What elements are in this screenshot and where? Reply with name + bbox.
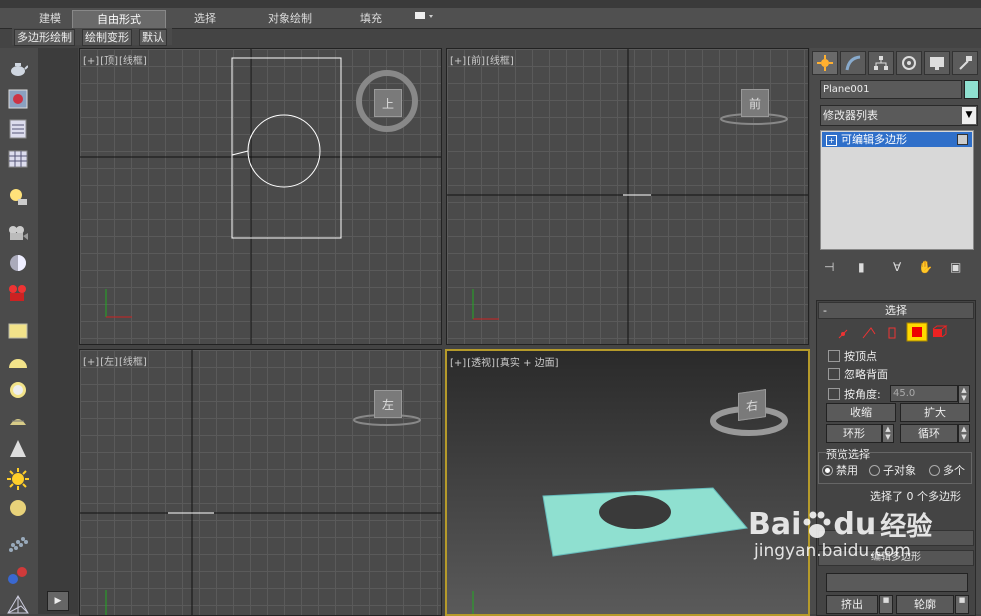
ring-button[interactable]: 环形 <box>826 424 882 443</box>
viewport-perspective[interactable]: [+][透视][真实 + 边面] 右 <box>445 349 810 616</box>
display-tab-icon[interactable] <box>924 51 950 75</box>
baidu-watermark: Bai du 经验 jingyan.baidu.com <box>748 507 933 561</box>
left-toolbar <box>0 48 39 614</box>
angle-input[interactable]: 45.0 <box>890 385 958 402</box>
stack-item-label: 可编辑多边形 <box>841 133 907 146</box>
expand-icon[interactable]: + <box>826 135 837 146</box>
ribbon-subtoolbar: 多边形绘制 绘制变形 默认 <box>12 28 172 46</box>
by-vertex-checkbox[interactable] <box>828 350 840 362</box>
viewport-side-panel <box>38 48 78 614</box>
object-color-swatch[interactable] <box>964 80 979 99</box>
make-unique-icon[interactable]: ∀ <box>893 260 901 274</box>
subobject-level-icons <box>838 322 948 342</box>
modifier-stack <box>820 130 974 250</box>
cone-icon[interactable] <box>7 409 29 431</box>
ring-spinner[interactable]: ▲ ▼ <box>882 424 894 443</box>
edge-mode-icon <box>862 327 876 339</box>
by-angle-checkbox[interactable] <box>828 388 840 400</box>
insert-vertex-button[interactable] <box>826 573 968 592</box>
disc-icon[interactable] <box>7 497 29 519</box>
stack-item-editable-poly[interactable]: + 可编辑多边形 <box>822 132 972 147</box>
shrink-button[interactable]: 收缩 <box>826 403 896 422</box>
sun-icon[interactable] <box>7 468 29 490</box>
preview-multi-radio[interactable] <box>929 465 940 476</box>
pin-stack-icon[interactable]: ⊣ <box>824 260 834 274</box>
camera-icon[interactable] <box>7 222 29 244</box>
viewcube[interactable]: 右 <box>738 389 766 421</box>
dome-icon[interactable] <box>7 350 29 372</box>
ribbon-tabs: 建模 自由形式 选择 对象绘制 填充 <box>0 8 981 29</box>
stack-toggle-icon[interactable] <box>957 134 968 145</box>
outline-settings-icon[interactable]: ■ <box>955 595 969 614</box>
tab-populate[interactable]: 填充 <box>350 10 392 27</box>
outline-button[interactable]: 轮廓 <box>896 595 954 614</box>
by-angle-label: 按角度: <box>844 388 881 401</box>
object-name-field[interactable]: Plane001 <box>820 80 962 99</box>
motion-tab-icon[interactable] <box>896 51 922 75</box>
border-mode-icon <box>888 327 896 339</box>
extrude-button[interactable]: 挤出 <box>826 595 878 614</box>
angle-spinner[interactable]: ▲ ▼ <box>958 385 970 404</box>
vertex-mode-icon <box>838 329 848 339</box>
viewcube[interactable]: 左 <box>374 390 402 418</box>
preview-subobject-label: 子对象 <box>883 464 916 477</box>
defaults-button[interactable]: 默认 <box>139 29 167 46</box>
render-icon[interactable] <box>7 282 29 304</box>
viewport-front[interactable]: [+][前][线框] 前 <box>446 48 809 345</box>
selection-status: 选择了 0 个多边形 <box>870 490 961 503</box>
polygon-draw-button[interactable]: 多边形绘制 <box>14 29 75 46</box>
paint-deform-button[interactable]: 绘制变形 <box>82 29 132 46</box>
chevron-down-icon[interactable]: ▼ <box>962 107 976 124</box>
element-mode-icon <box>932 325 948 338</box>
create-tab-icon[interactable] <box>812 51 838 75</box>
tab-object-paint[interactable]: 对象绘制 <box>255 10 325 27</box>
loop-button[interactable]: 循环 <box>900 424 958 443</box>
grow-button[interactable]: 扩大 <box>900 403 970 422</box>
molecule-icon[interactable] <box>7 564 29 586</box>
viewport-left[interactable]: [+][左][线框] 左 <box>79 349 442 616</box>
extrude-settings-icon[interactable]: ■ <box>879 595 893 614</box>
box-icon[interactable] <box>7 320 29 342</box>
light-icon[interactable] <box>7 186 29 208</box>
tab-modeling[interactable]: 建模 <box>30 10 70 27</box>
pyramid-icon[interactable] <box>7 438 29 460</box>
by-vertex-label: 按顶点 <box>844 350 877 363</box>
ring-icon[interactable] <box>7 379 29 401</box>
plane-hole <box>599 495 671 529</box>
play-icon[interactable]: ▶ <box>47 591 69 611</box>
selection-rollout-title[interactable]: - 选择 <box>818 302 974 319</box>
table-icon[interactable] <box>7 148 29 170</box>
material-icon[interactable] <box>7 88 29 110</box>
preview-disabled-label: 禁用 <box>836 464 858 477</box>
tab-freeform[interactable]: 自由形式 <box>72 10 166 28</box>
ignore-backface-label: 忽略背面 <box>844 368 888 381</box>
particles-icon[interactable] <box>7 534 29 556</box>
viewport-top[interactable]: [+][顶][线框] 上 <box>79 48 442 345</box>
tab-selection[interactable]: 选择 <box>180 10 230 27</box>
utilities-tab-icon[interactable] <box>952 51 978 75</box>
preview-disabled-radio[interactable] <box>822 465 833 476</box>
preview-subobject-radio[interactable] <box>869 465 880 476</box>
ribbon-options-icon[interactable] <box>412 10 438 27</box>
configure-sets-icon[interactable]: ▣ <box>950 260 961 274</box>
show-end-result-icon[interactable]: ▮ <box>858 260 865 274</box>
ignore-backface-checkbox[interactable] <box>828 368 840 380</box>
tetra-icon[interactable] <box>7 594 29 616</box>
paw-icon <box>803 511 831 538</box>
remove-modifier-icon[interactable]: ✋ <box>918 260 933 274</box>
sphere-icon[interactable] <box>7 252 29 274</box>
loop-spinner[interactable]: ▲ ▼ <box>958 424 970 443</box>
hierarchy-tab-icon[interactable] <box>868 51 894 75</box>
preview-multi-label: 多个 <box>943 464 965 477</box>
teapot-icon[interactable] <box>7 58 29 80</box>
layer-icon[interactable] <box>7 118 29 140</box>
viewcube[interactable]: 上 <box>374 89 402 117</box>
modifier-list-dropdown[interactable]: 修改器列表 <box>820 105 978 126</box>
viewcube[interactable]: 前 <box>741 89 769 117</box>
modify-tab-icon[interactable] <box>840 51 866 75</box>
